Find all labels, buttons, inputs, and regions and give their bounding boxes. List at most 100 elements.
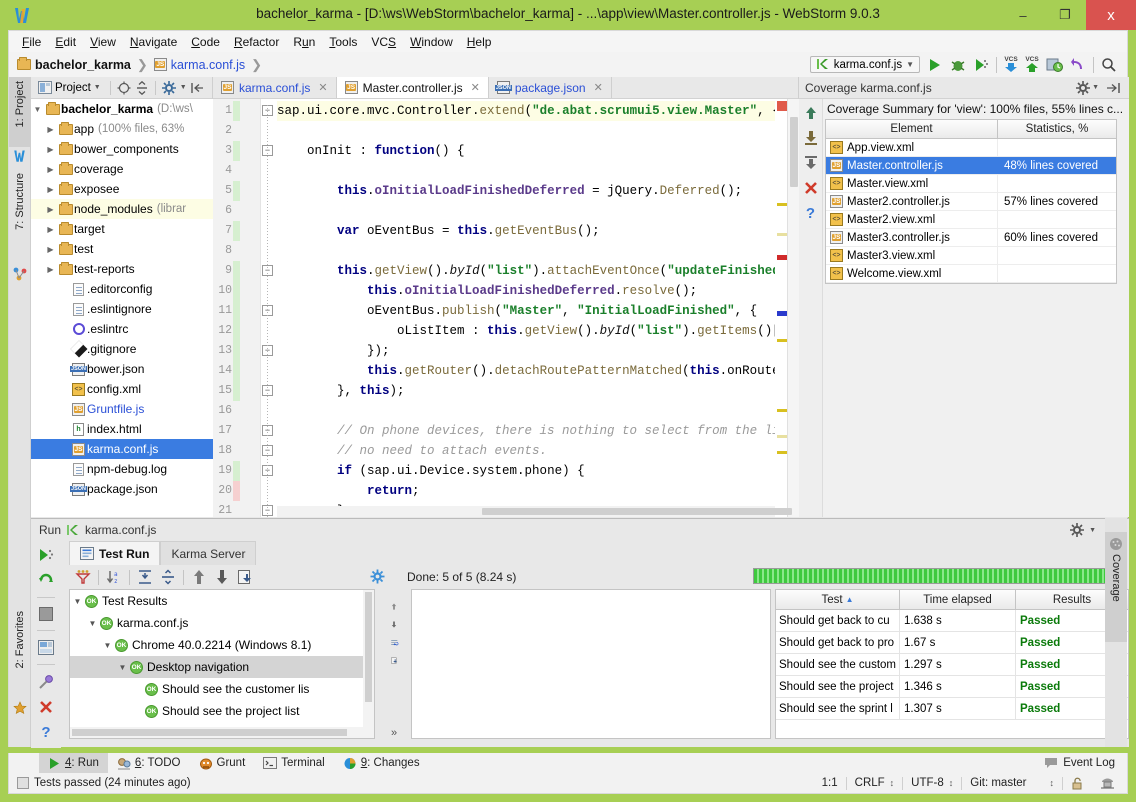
code-editor[interactable]: 1234567891011121314151617181920212223 −−… (213, 99, 799, 517)
code-line[interactable]: // no need to attach events. (277, 441, 547, 461)
run-icon[interactable] (927, 57, 943, 73)
tree-item--gitignore[interactable]: .gitignore (31, 339, 213, 359)
fold-column[interactable]: −−−−−−−−−− (261, 99, 277, 517)
tree-item-test-reports[interactable]: ▶ test-reports (31, 259, 213, 279)
expand-all-icon[interactable] (137, 569, 153, 585)
coverage-row[interactable]: JS Master.controller.js 48% lines covered (826, 157, 1116, 175)
code-line[interactable]: return; (277, 481, 420, 501)
chevron-down-icon[interactable]: ▼ (1092, 84, 1099, 91)
tree-item-gruntfile-js[interactable]: JS Gruntfile.js (31, 399, 213, 419)
gear-icon[interactable] (161, 80, 176, 95)
test-results-tree[interactable]: ▼ OK Test Results ▼ OK karma.conf.js ▼ OK Chrome… (69, 589, 375, 739)
test-tree-item[interactable]: ▼ OK Test Results (70, 590, 374, 612)
warning-marker-2[interactable] (777, 233, 787, 236)
table-row[interactable]: Should see the sprint l 1.307 s Passed (776, 698, 1128, 720)
tree-expand-arrow[interactable]: ▼ (70, 597, 85, 606)
sort-alpha-icon[interactable]: az (106, 569, 122, 585)
coverage-row[interactable]: <> Welcome.view.xml (826, 265, 1116, 283)
code-text[interactable]: sap.ui.core.mvc.Controller.extend("de.ab… (277, 99, 775, 517)
hector-toggle[interactable] (1092, 773, 1127, 794)
lock-toggle[interactable] (1063, 773, 1092, 794)
vcs-branch-selector[interactable]: Git: master ↕ (962, 773, 1062, 794)
editor-tab-master-controller-js[interactable]: JS Master.controller.js ✕ (336, 77, 489, 98)
next-failed-icon[interactable] (214, 569, 230, 585)
coverage-row[interactable]: <> App.view.xml (826, 139, 1116, 157)
covered-line-marker[interactable] (233, 321, 240, 341)
breadcrumb-project[interactable]: bachelor_karma (17, 57, 131, 72)
vcs-history-icon[interactable] (1046, 57, 1063, 73)
code-line[interactable]: // On phone devices, there is nothing to… (277, 421, 775, 441)
tree-item-app[interactable]: ▶ app (100% files, 63% (31, 119, 213, 139)
gear-icon[interactable] (370, 569, 386, 585)
run-tab-karma-server[interactable]: Karma Server (160, 541, 257, 565)
close-tab-icon[interactable]: ✕ (594, 81, 603, 94)
tree-expand-arrow[interactable]: ▶ (44, 165, 57, 174)
menu-item-window[interactable]: Window (403, 33, 460, 51)
chevron-down-icon-gear[interactable]: ▼ (180, 84, 187, 91)
covered-line-marker[interactable] (233, 221, 240, 241)
tree-expand-arrow[interactable]: ▶ (44, 225, 57, 234)
menu-item-navigate[interactable]: Navigate (123, 33, 184, 51)
rerun-coverage-icon[interactable] (38, 547, 54, 563)
coverage-row[interactable]: <> Master2.view.xml (826, 211, 1116, 229)
tree-item-bower-json[interactable]: JSON bower.json (31, 359, 213, 379)
covered-line-marker[interactable] (233, 381, 240, 401)
project-tree[interactable]: ▼ bachelor_karma (D:\ws\ ▶ app (100% files, 6… (31, 99, 213, 517)
search-icon[interactable] (1101, 57, 1117, 73)
test-tree-item[interactable]: OK Should see the customer lis (70, 678, 374, 700)
up-arrow-icon[interactable] (803, 105, 819, 121)
tree-item-target[interactable]: ▶ target (31, 219, 213, 239)
scroll-down-icon[interactable] (386, 621, 402, 628)
covered-line-marker[interactable] (233, 361, 240, 381)
tree-item--editorconfig[interactable]: .editorconfig (31, 279, 213, 299)
code-line[interactable]: if (sap.ui.Device.system.phone) { (277, 461, 585, 481)
tree-item-bachelor-karma[interactable]: ▼ bachelor_karma (D:\ws\ (31, 99, 213, 119)
covered-line-marker[interactable] (233, 141, 240, 161)
code-line[interactable]: this.oInitialLoadFinishedDeferred = jQue… (277, 181, 742, 201)
tree-item-karma-conf-js[interactable]: JS karma.conf.js (31, 439, 213, 459)
revert-icon[interactable] (1070, 57, 1086, 73)
code-line[interactable]: }, this); (277, 381, 405, 401)
tree-item-index-html[interactable]: h index.html (31, 419, 213, 439)
warning-marker-3[interactable] (777, 339, 787, 342)
tree-expand-arrow[interactable]: ▼ (85, 619, 100, 628)
coverage-row[interactable]: <> Master3.view.xml (826, 247, 1116, 265)
run-config-selector[interactable]: karma.conf.js ▼ (809, 56, 920, 73)
stop-icon[interactable] (39, 607, 53, 621)
tree-expand-arrow[interactable]: ▶ (44, 185, 57, 194)
tree-expand-arrow[interactable]: ▼ (115, 663, 130, 672)
bottom-tab-9--changes[interactable]: 9: Changes (334, 753, 429, 773)
tree-item-package-json[interactable]: JSON package.json (31, 479, 213, 499)
code-line[interactable]: oListItem : this.getView().byId("list").… (277, 321, 775, 341)
bottom-tab-4--run[interactable]: 4: Run (39, 753, 108, 773)
code-line[interactable]: this.oInitialLoadFinishedDeferred.resolv… (277, 281, 697, 301)
close-button[interactable]: x (1086, 0, 1136, 30)
help-icon[interactable]: ? (41, 724, 50, 741)
tree-expand-arrow[interactable]: ▶ (44, 245, 57, 254)
table-row[interactable]: Should see the project 1.346 s Passed (776, 676, 1128, 698)
table-row[interactable]: Should get back to pro 1.67 s Passed (776, 632, 1128, 654)
test-tree-item[interactable]: ▼ OK Chrome 40.0.2214 (Windows 8.1) (70, 634, 374, 656)
tree-expand-arrow[interactable]: ▼ (100, 641, 115, 650)
tree-item--eslintignore[interactable]: .eslintignore (31, 299, 213, 319)
error-stripe-markers[interactable] (777, 99, 787, 517)
project-view-selector[interactable]: Project ▼ (35, 80, 104, 95)
col-time-elapsed[interactable]: Time elapsed (900, 590, 1016, 609)
tree-expand-arrow[interactable]: ▶ (44, 205, 57, 214)
test-tree-vertical-scrollbar[interactable] (363, 590, 374, 729)
menu-item-vcs[interactable]: VCS (364, 33, 403, 51)
maximize-button[interactable]: ❐ (1044, 0, 1086, 30)
close-icon[interactable] (38, 699, 54, 715)
close-tab-icon[interactable]: ✕ (318, 81, 327, 94)
code-line[interactable]: oEventBus.publish("Master", "InitialLoad… (277, 301, 757, 321)
collapse-all-icon[interactable] (160, 569, 176, 585)
code-line[interactable]: this.getRouter().detachRoutePatternMatch… (277, 361, 775, 381)
editor-gutter[interactable]: 1234567891011121314151617181920212223 (213, 99, 261, 517)
run-tab-test-run[interactable]: Test Run (69, 541, 161, 565)
bottom-tab-terminal[interactable]: Terminal (254, 753, 333, 773)
covered-line-marker[interactable] (233, 281, 240, 301)
warning-marker-6[interactable] (777, 451, 787, 454)
covered-line-marker[interactable] (233, 341, 240, 361)
menu-item-run[interactable]: Run (286, 33, 322, 51)
scroll-up-icon[interactable] (386, 603, 402, 610)
